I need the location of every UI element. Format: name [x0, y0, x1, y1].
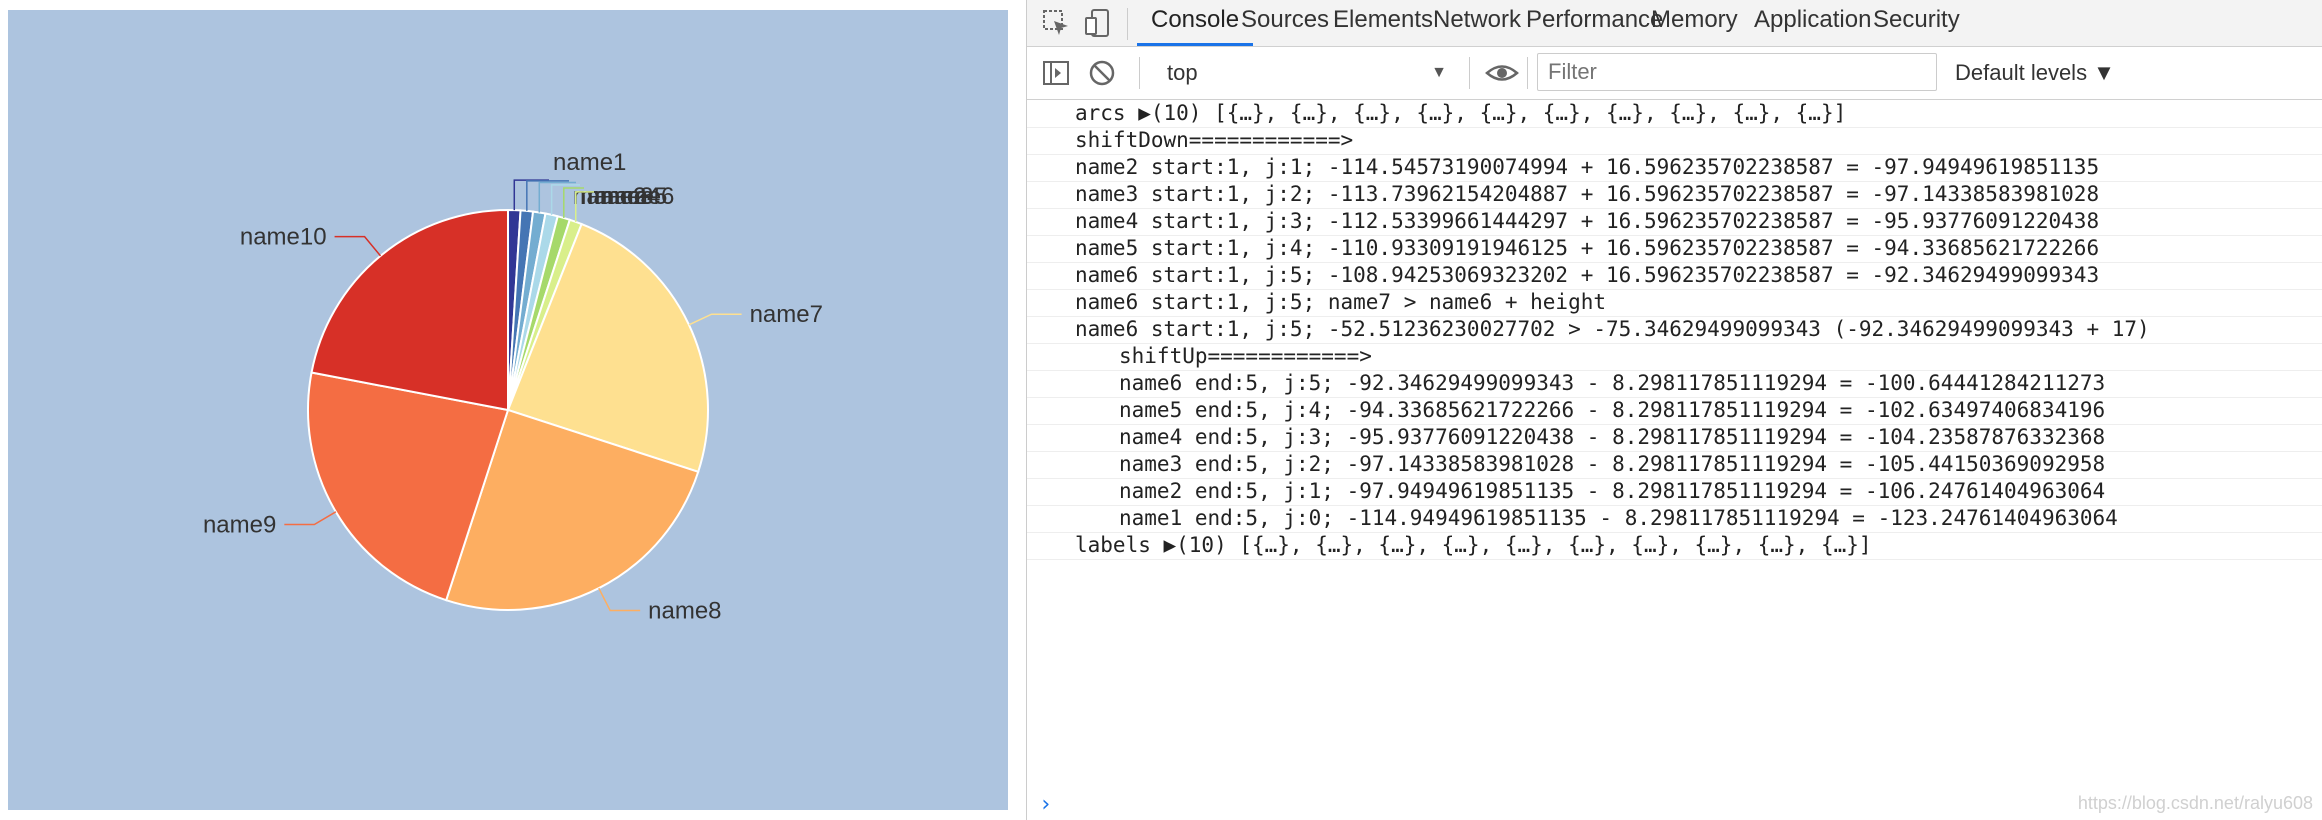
device-toolbar-icon[interactable]: [1083, 8, 1113, 38]
console-line-text: name2 end:5, j:1; -97.94949619851135 - 8…: [1119, 479, 2106, 503]
console-line-text: name4 end:5, j:3; -95.93776091220438 - 8…: [1119, 425, 2106, 449]
sidebar-toggle-icon[interactable]: [1041, 58, 1071, 88]
pie-label-name7: name7: [750, 301, 823, 328]
console-line: name6 end:5, j:5; -92.34629499099343 - 8…: [1027, 370, 2322, 398]
console-line-text: name6 start:1, j:5; -108.94253069323202 …: [1075, 263, 2100, 287]
filterbar-separator: [1469, 57, 1470, 89]
console-line: name3 end:5, j:2; -97.14338583981028 - 8…: [1027, 451, 2322, 479]
console-line: name5 start:1, j:4; -110.93309191946125 …: [1027, 235, 2322, 263]
devtools-toolbar: Console Sources Elements Network Performance…: [1027, 0, 2322, 47]
console-line: name6 start:1, j:5; name7 > name6 + heig…: [1027, 289, 2322, 317]
console-filter-bar: top ▼ Default levels ▼: [1027, 47, 2322, 100]
console-line: name6 start:1, j:5; -108.94253069323202 …: [1027, 262, 2322, 290]
console-line-text: name5 end:5, j:4; -94.33685621722266 - 8…: [1119, 398, 2106, 422]
filterbar-separator: [1139, 57, 1140, 89]
toolbar-separator: [1127, 8, 1128, 40]
console-line-text: name1 end:5, j:0; -114.94949619851135 - …: [1119, 506, 2118, 530]
pie-label-name8: name8: [648, 597, 721, 624]
console-line-text: arcs ▶(10) [{…}, {…}, {…}, {…}, {…}, {…}…: [1075, 101, 1847, 125]
console-line-text: name5 start:1, j:4; -110.93309191946125 …: [1075, 236, 2100, 260]
console-line: name1 end:5, j:0; -114.94949619851135 - …: [1027, 505, 2322, 533]
console-line-text: name3 end:5, j:2; -97.14338583981028 - 8…: [1119, 452, 2106, 476]
eye-icon[interactable]: [1485, 58, 1519, 88]
console-line-text: name3 start:1, j:2; -113.73962154204887 …: [1075, 182, 2100, 206]
label-line-name8: [598, 587, 641, 612]
console-line: shiftDown============>: [1027, 127, 2322, 155]
console-line-text: name4 start:1, j:3; -112.53399661444297 …: [1075, 209, 2100, 233]
console-line: name4 end:5, j:3; -95.93776091220438 - 8…: [1027, 424, 2322, 452]
inspect-element-icon[interactable]: [1041, 8, 1071, 38]
chevron-down-icon: ▼: [1431, 64, 1447, 81]
console-line-text: name6 end:5, j:5; -92.34629499099343 - 8…: [1119, 371, 2106, 395]
label-line-name3: [538, 181, 576, 213]
pie-label-name6: name6: [601, 183, 674, 210]
pie-label-name9: name9: [203, 512, 276, 539]
tab-memory[interactable]: Memory: [1637, 0, 1752, 46]
console-line-text: labels ▶(10) [{…}, {…}, {…}, {…}, {…}, {…: [1075, 533, 1872, 557]
clear-console-icon[interactable]: [1087, 58, 1117, 88]
console-prompt[interactable]: ›: [1039, 792, 1052, 817]
devtools-panel: Console Sources Elements Network Performance…: [1026, 0, 2322, 820]
console-line: name5 end:5, j:4; -94.33685621722266 - 8…: [1027, 397, 2322, 425]
log-levels-dropdown[interactable]: Default levels ▼: [1955, 57, 2115, 89]
console-line-text: shiftDown============>: [1075, 128, 1354, 152]
filterbar-separator: [1527, 57, 1528, 89]
console-line-text: name2 start:1, j:1; -114.54573190074994 …: [1075, 155, 2100, 179]
console-line: name6 start:1, j:5; -52.51236230027702 >…: [1027, 316, 2322, 344]
console-line: arcs ▶(10) [{…}, {…}, {…}, {…}, {…}, {…}…: [1027, 100, 2322, 128]
label-line-name9: [284, 511, 337, 526]
label-line-name1: [513, 179, 549, 211]
console-line-text: name6 start:1, j:5; -52.51236230027702 >…: [1075, 317, 2150, 341]
console-line: name2 end:5, j:1; -97.94949619851135 - 8…: [1027, 478, 2322, 506]
console-line-text: shiftUp============>: [1119, 344, 1372, 368]
label-line-name10: [334, 235, 382, 257]
pie-label-name10: name10: [240, 224, 327, 251]
console-line: name3 start:1, j:2; -113.73962154204887 …: [1027, 181, 2322, 209]
context-select[interactable]: top ▼: [1167, 57, 1457, 89]
pie-chart: name1name2name3name4name5name6name7name8…: [203, 149, 823, 624]
context-value: top: [1167, 60, 1198, 85]
tab-security[interactable]: Security: [1859, 0, 1974, 46]
watermark: https://blog.csdn.net/ralyu608: [2077, 793, 2313, 813]
console-line: name2 start:1, j:1; -114.54573190074994 …: [1027, 154, 2322, 182]
console-line: name4 start:1, j:3; -112.53399661444297 …: [1027, 208, 2322, 236]
chart-panel: name1 name2 name3 name4 name5 name6 name7 name8…: [8, 10, 1008, 810]
pie-label-name1: name1: [553, 149, 626, 176]
label-line-name7: [688, 313, 742, 326]
console-line: shiftUp============>: [1027, 343, 2322, 371]
console-line-text: name6 start:1, j:5; name7 > name6 + heig…: [1075, 290, 1607, 314]
console-line: labels ▶(10) [{…}, {…}, {…}, {…}, {…}, {…: [1027, 532, 2322, 560]
filter-input[interactable]: [1537, 53, 1937, 91]
console-output: arcs ▶(10) [{…}, {…}, {…}, {…}, {…}, {…}…: [1027, 100, 2322, 820]
